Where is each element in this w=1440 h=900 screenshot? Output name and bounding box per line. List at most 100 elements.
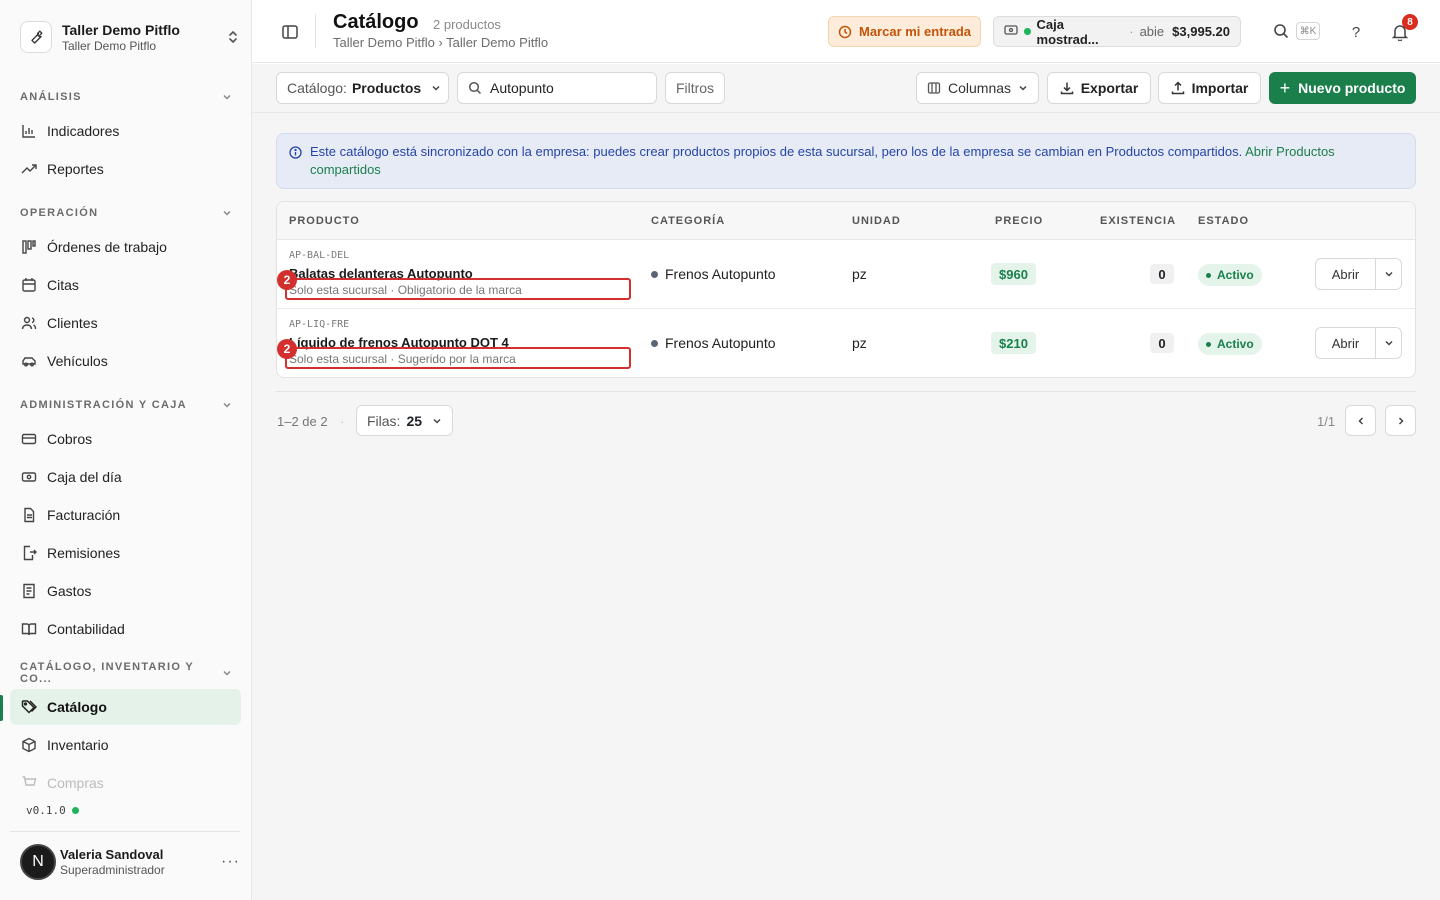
product-price: $210 bbox=[991, 332, 1036, 354]
upload-icon bbox=[1171, 81, 1185, 95]
highlight-badge: 2 bbox=[277, 270, 297, 290]
status-badge: Activo bbox=[1198, 333, 1262, 355]
catalog-select[interactable]: Catálogo: Productos bbox=[276, 72, 449, 104]
wrench-icon bbox=[20, 21, 52, 53]
chevron-down-icon bbox=[222, 397, 232, 413]
status-badge: Activo bbox=[1198, 264, 1262, 286]
sidebar-item-compras[interactable]: Compras bbox=[10, 765, 241, 801]
open-button[interactable]: Abrir bbox=[1316, 328, 1376, 358]
catalog-select-label: Catálogo: bbox=[287, 80, 347, 96]
search-input[interactable] bbox=[490, 80, 640, 96]
catalog-select-value: Productos bbox=[351, 80, 422, 96]
section-analisis[interactable]: ANÁLISIS bbox=[20, 89, 232, 105]
sidebar-item-reportes[interactable]: Reportes bbox=[10, 151, 241, 187]
table-row[interactable]: AP-BAL-DEL Balatas delanteras Autopunto … bbox=[277, 240, 1415, 309]
section-operacion[interactable]: OPERACIÓN bbox=[20, 205, 232, 221]
sidebar-item-indicadores[interactable]: Indicadores bbox=[10, 113, 241, 149]
category-dot bbox=[651, 339, 658, 347]
highlight-box bbox=[285, 278, 631, 300]
sidebar-item-catalogo[interactable]: Catálogo bbox=[10, 689, 241, 725]
banknote-icon bbox=[20, 468, 38, 486]
bar-chart-icon bbox=[20, 122, 38, 140]
prev-page-button[interactable] bbox=[1345, 405, 1376, 436]
cash-register-name: Caja mostrad... bbox=[1036, 16, 1099, 47]
column-header-categoria[interactable]: CATEGORÍA bbox=[651, 215, 725, 227]
divider bbox=[276, 391, 1416, 392]
sidebar-item-inventario[interactable]: Inventario bbox=[10, 727, 241, 763]
filters-button[interactable]: Filtros bbox=[665, 72, 725, 104]
chevron-down-icon[interactable] bbox=[1376, 328, 1401, 358]
pagination-range: 1–2 de 2 bbox=[277, 414, 328, 429]
chevron-down-icon bbox=[431, 83, 441, 93]
banner-text: Este catálogo está sincronizado con la e… bbox=[310, 143, 1400, 179]
category-dot bbox=[651, 270, 658, 278]
section-label: CATÁLOGO, INVENTARIO Y CO... bbox=[20, 661, 194, 685]
new-product-label: Nuevo producto bbox=[1298, 80, 1406, 96]
sidebar-item-remisiones[interactable]: Remisiones bbox=[10, 535, 241, 571]
banknote-icon bbox=[1004, 24, 1018, 39]
sidebar-item-citas[interactable]: Citas bbox=[10, 267, 241, 303]
more-icon[interactable]: ··· bbox=[221, 853, 240, 871]
clock-in-button[interactable]: Marcar mi entrada bbox=[828, 16, 981, 47]
product-price: $960 bbox=[991, 263, 1036, 285]
section-administracion[interactable]: ADMINISTRACIÓN Y CAJA bbox=[20, 397, 232, 413]
cash-register-button[interactable]: Caja mostrad... · abie $3,995.20 bbox=[993, 16, 1241, 47]
page-indicator: 1/1 bbox=[1317, 414, 1336, 429]
table-row[interactable]: AP-LIQ-FRE Líquido de frenos Autopunto D… bbox=[277, 309, 1415, 377]
product-sku: AP-LIQ-FRE bbox=[289, 319, 350, 330]
top-header: Catálogo 2 productos Taller Demo Pitflo … bbox=[252, 0, 1440, 63]
rows-label: Filas: bbox=[367, 412, 401, 429]
org-switcher[interactable]: Taller Demo Pitflo Taller Demo Pitflo bbox=[20, 18, 242, 56]
receipt-icon bbox=[20, 582, 38, 600]
columns-button[interactable]: Columnas bbox=[916, 72, 1039, 104]
status-dot bbox=[1206, 272, 1211, 278]
import-label: Importar bbox=[1191, 80, 1249, 96]
column-header-existencia[interactable]: EXISTENCIA bbox=[1100, 215, 1176, 227]
column-header-producto[interactable]: PRODUCTO bbox=[289, 215, 360, 227]
new-product-button[interactable]: + Nuevo producto bbox=[1269, 72, 1416, 104]
sidebar-item-label: Catálogo bbox=[47, 699, 107, 715]
sidebar-item-ordenes[interactable]: Órdenes de trabajo bbox=[10, 229, 241, 265]
section-label: ADMINISTRACIÓN Y CAJA bbox=[20, 399, 187, 411]
import-button[interactable]: Importar bbox=[1158, 72, 1261, 104]
sidebar: Taller Demo Pitflo Taller Demo Pitflo AN… bbox=[0, 0, 252, 900]
help-button[interactable]: ? bbox=[1346, 22, 1366, 42]
download-icon bbox=[1060, 81, 1074, 95]
chevron-down-icon bbox=[222, 205, 232, 221]
plus-icon: + bbox=[1279, 77, 1291, 98]
notification-badge: 8 bbox=[1402, 14, 1418, 30]
kanban-icon bbox=[20, 238, 38, 256]
next-page-button[interactable] bbox=[1385, 405, 1416, 436]
chevron-down-icon bbox=[222, 665, 232, 681]
user-menu[interactable]: N Valeria Sandoval Superadministrador ··… bbox=[20, 843, 240, 881]
search-icon[interactable] bbox=[1272, 22, 1290, 40]
breadcrumb: Taller Demo Pitflo › Taller Demo Pitflo bbox=[333, 35, 549, 50]
user-role: Superadministrador bbox=[60, 863, 165, 877]
toolbar: Catálogo: Productos Filtros Columnas Exp… bbox=[252, 64, 1440, 113]
trending-up-icon bbox=[20, 160, 38, 178]
column-header-precio[interactable]: PRECIO bbox=[995, 215, 1043, 227]
sidebar-item-label: Caja del día bbox=[47, 469, 122, 485]
chevron-right-icon bbox=[1396, 413, 1406, 429]
clock-icon bbox=[838, 25, 852, 39]
sidebar-item-cobros[interactable]: Cobros bbox=[10, 421, 241, 457]
sidebar-item-clientes[interactable]: Clientes bbox=[10, 305, 241, 341]
status-dot bbox=[1024, 28, 1031, 35]
chevron-down-icon[interactable] bbox=[1376, 259, 1401, 289]
file-export-icon bbox=[20, 544, 38, 562]
open-button[interactable]: Abrir bbox=[1316, 259, 1376, 289]
sidebar-item-facturacion[interactable]: Facturación bbox=[10, 497, 241, 533]
shortcut-hint: ⌘K bbox=[1296, 22, 1320, 40]
column-header-estado[interactable]: ESTADO bbox=[1198, 215, 1249, 227]
sidebar-item-caja[interactable]: Caja del día bbox=[10, 459, 241, 495]
rows-per-page-select[interactable]: Filas: 25 bbox=[356, 405, 453, 436]
export-button[interactable]: Exportar bbox=[1047, 72, 1151, 104]
book-open-icon bbox=[20, 620, 38, 638]
sidebar-item-vehiculos[interactable]: Vehículos bbox=[10, 343, 241, 379]
search-field[interactable] bbox=[457, 72, 657, 104]
sidebar-toggle-icon[interactable] bbox=[280, 22, 300, 42]
column-header-unidad[interactable]: UNIDAD bbox=[852, 215, 901, 227]
sidebar-item-gastos[interactable]: Gastos bbox=[10, 573, 241, 609]
section-catalogo-inventario[interactable]: CATÁLOGO, INVENTARIO Y CO... bbox=[20, 661, 232, 685]
sidebar-item-contabilidad[interactable]: Contabilidad bbox=[10, 611, 241, 647]
